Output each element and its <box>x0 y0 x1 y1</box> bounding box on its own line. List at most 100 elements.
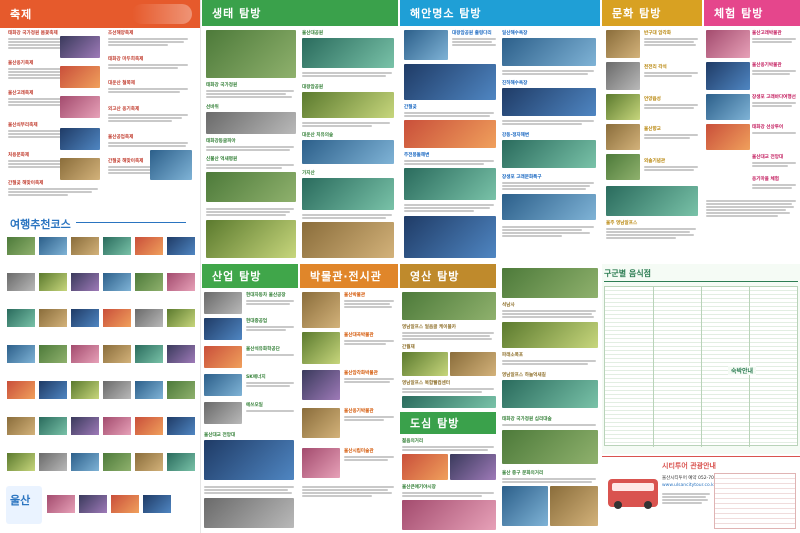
festival-item-5[interactable]: 처용문화제 <box>8 152 29 158</box>
text-line-placeholder <box>402 495 482 497</box>
course-photo <box>166 272 196 292</box>
festival-item-2[interactable]: 울산옹기축제 <box>8 60 33 66</box>
experience-photo-4 <box>706 124 750 150</box>
text-line-placeholder <box>402 492 494 494</box>
industry-photo-7 <box>204 498 294 528</box>
experience-item-1[interactable]: 울산고래박물관 <box>752 30 782 36</box>
industry-item-6[interactable]: 울산대교 전망대 <box>204 432 235 438</box>
festival-right-item-4[interactable]: 외고산 옹기축제 <box>108 106 139 112</box>
eco-item-2[interactable]: 울산대공원 <box>302 30 323 36</box>
course-photo <box>134 452 164 472</box>
industry-item-1[interactable]: 현대자동차 울산공장 <box>246 292 286 298</box>
culture-item-4[interactable]: 울산향교 <box>644 126 661 132</box>
course-photo <box>166 416 196 436</box>
course-photo <box>78 494 108 514</box>
experience-photo-2 <box>706 62 750 90</box>
festival-item-4[interactable]: 울산쇠부리축제 <box>8 122 38 128</box>
industry-item-5[interactable]: 에쓰오일 <box>246 402 263 408</box>
sea-item-3[interactable]: 주전몽돌해변 <box>404 152 429 158</box>
culture-item-3[interactable]: 언양읍성 <box>644 96 661 102</box>
culture-title: 문화 탐방 <box>612 7 662 20</box>
text-line-placeholder <box>502 235 562 237</box>
text-line-placeholder <box>644 166 698 168</box>
museum-item-1[interactable]: 울산박물관 <box>344 292 365 298</box>
course-photo <box>102 236 132 256</box>
text-line-placeholder <box>706 215 778 217</box>
museum-item-4[interactable]: 울산옹기박물관 <box>344 408 374 414</box>
sea-item-5[interactable]: 진하해수욕장 <box>502 80 527 86</box>
festival-right-item-5[interactable]: 울산공업축제 <box>108 134 133 140</box>
yeongnam-item-3[interactable]: 영남알프스 복합웰컴센터 <box>402 380 450 386</box>
festival-right-item-1[interactable]: 조선해양축제 <box>108 30 133 36</box>
text-line-placeholder <box>302 495 372 497</box>
sea-item-6[interactable]: 강동·정자해변 <box>502 132 529 138</box>
festival-item-3[interactable]: 울산고래축제 <box>8 90 33 96</box>
text-line-placeholder <box>206 149 290 151</box>
culture-item-6[interactable]: 울주 영남알프스 <box>606 220 637 226</box>
sea-item-4[interactable]: 일산해수욕장 <box>502 30 527 36</box>
city-item-2[interactable]: 울산큰애기야시장 <box>402 484 436 490</box>
culture-item-1[interactable]: 반구대 암각화 <box>644 30 671 36</box>
text-line-placeholder <box>302 492 392 494</box>
festival-item-1[interactable]: 태화강 국가정원 봄꽃축제 <box>8 30 58 36</box>
citytour-url[interactable]: www.ulsancitytour.co.kr <box>662 483 716 488</box>
culture-item-2[interactable]: 천전리 각석 <box>644 64 667 70</box>
industry-item-4[interactable]: SK에너지 <box>246 374 266 380</box>
culture-photo-6 <box>606 186 698 216</box>
culture-header: 문화 탐방 <box>602 0 702 26</box>
yeongnam-right-3[interactable]: 영남알프스 하늘억새길 <box>502 372 546 378</box>
yeongnam-item-2[interactable]: 간월재 <box>402 344 415 350</box>
city-item-3[interactable]: 태화강 국가정원 십리대숲 <box>502 416 552 422</box>
experience-item-3[interactable]: 장생포 고래바다여행선 <box>752 94 796 100</box>
eco-item-4[interactable]: 선바위 <box>206 104 219 110</box>
text-line-placeholder <box>246 300 294 302</box>
yeongnam-right-2[interactable]: 파래소폭포 <box>502 352 523 358</box>
course-photo <box>110 494 140 514</box>
museum-panel: 박물관·전시관 울산박물관 울산대곡박물관 울산암각화박물관 울산옹기박물관 울… <box>300 264 398 533</box>
museum-item-5[interactable]: 울산시립미술관 <box>344 448 374 454</box>
text-line-placeholder <box>206 146 294 148</box>
brand-logo-text: 울산 <box>10 494 31 507</box>
eco-item-5[interactable]: 태화강동굴피아 <box>206 138 236 144</box>
city-item-4[interactable]: 울산 중구 문화의거리 <box>502 470 543 476</box>
industry-photo-5 <box>204 402 242 424</box>
festival-item-6[interactable]: 간절곶 해맞이축제 <box>8 180 43 186</box>
course-photo <box>6 416 36 436</box>
museum-item-3[interactable]: 울산암각화박물관 <box>344 370 378 376</box>
text-line-placeholder <box>344 419 384 421</box>
festival-header-decoration <box>132 4 192 24</box>
eco-item-3[interactable]: 대왕암공원 <box>302 84 323 90</box>
text-line-placeholder <box>344 343 386 345</box>
festival-right-item-3[interactable]: 대운산 철쭉제 <box>108 80 135 86</box>
festival-right-item-2[interactable]: 태화강 마두희축제 <box>108 56 143 62</box>
course-photo <box>102 272 132 292</box>
text-line-placeholder <box>502 226 594 228</box>
industry-item-3[interactable]: 울산석유화학공단 <box>246 346 280 352</box>
text-line-placeholder <box>108 44 168 46</box>
industry-item-2[interactable]: 현대중공업 <box>246 318 267 324</box>
experience-item-4[interactable]: 태화강 선상투어 <box>752 124 783 130</box>
course-photo <box>70 236 100 256</box>
sea-item-1[interactable]: 대왕암공원 출렁다리 <box>452 30 492 36</box>
museum-item-2[interactable]: 울산대곡박물관 <box>344 332 374 338</box>
sea-item-2[interactable]: 간절곶 <box>404 104 417 110</box>
course-photo <box>38 416 68 436</box>
course-photo <box>134 308 164 328</box>
eco-item-7[interactable]: 신불산 억새평원 <box>206 156 237 162</box>
yeongnam-item-1[interactable]: 영남알프스 얼음골 케이블카 <box>402 324 456 330</box>
sea-photo-2 <box>404 64 496 100</box>
experience-item-6[interactable]: 옹기마을 체험 <box>752 176 779 182</box>
festival-right-item-6[interactable]: 간절곶 해맞이축제 <box>108 158 143 164</box>
text-line-placeholder <box>502 120 594 122</box>
yeongnam-right-1[interactable]: 석남사 <box>502 302 515 308</box>
text-line-placeholder <box>402 338 492 340</box>
culture-item-5[interactable]: 외솔기념관 <box>644 158 665 164</box>
experience-item-2[interactable]: 울산옹기박물관 <box>752 62 782 68</box>
city-item-1[interactable]: 젊음의거리 <box>402 438 423 444</box>
eco-item-1[interactable]: 태화강 국가정원 <box>206 82 237 88</box>
experience-item-5[interactable]: 울산대교 전망대 <box>752 154 783 160</box>
eco-item-6[interactable]: 대운산 치유의숲 <box>302 132 333 138</box>
eco-item-8[interactable]: 가지산 <box>302 170 315 176</box>
text-line-placeholder <box>302 125 372 127</box>
sea-item-7[interactable]: 장생포 고래문화특구 <box>502 174 542 180</box>
